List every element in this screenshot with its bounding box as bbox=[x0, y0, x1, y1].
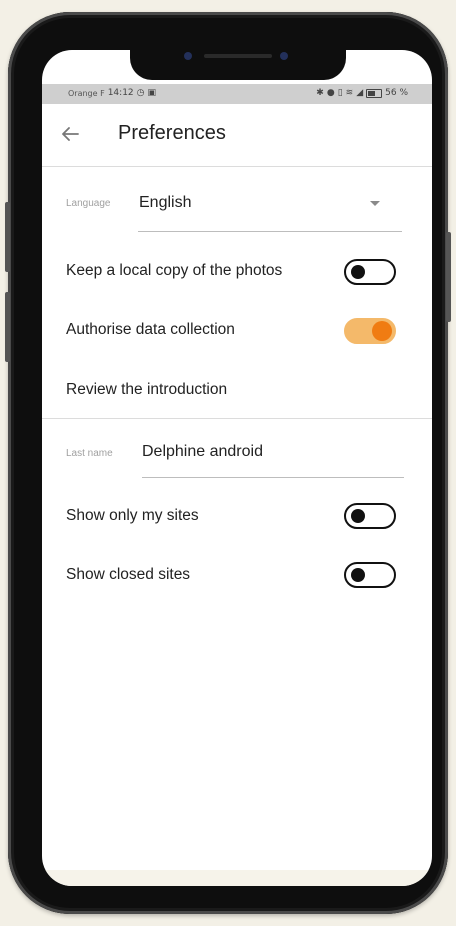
toggle-knob bbox=[351, 568, 365, 582]
review-introduction-link[interactable]: Review the introduction bbox=[66, 381, 227, 399]
language-underline bbox=[138, 231, 402, 232]
local-copy-toggle[interactable] bbox=[344, 259, 396, 285]
language-value: English bbox=[139, 194, 192, 211]
battery-level: 56 % bbox=[385, 88, 408, 98]
bluetooth-icon: ✱ bbox=[316, 88, 324, 98]
only-my-sites-toggle[interactable] bbox=[344, 503, 396, 529]
toggle-knob bbox=[351, 509, 365, 523]
closed-sites-label: Show closed sites bbox=[66, 566, 191, 583]
location-icon: ● bbox=[326, 88, 335, 98]
caret-down-icon bbox=[370, 201, 380, 206]
bottom-bezel bbox=[42, 870, 432, 886]
status-bar: Orange F 14:12 ◷ ▣ ✱ ● ▯ ≋ ◢ 56 % bbox=[42, 84, 432, 104]
clock: 14:12 bbox=[107, 88, 134, 98]
earpiece bbox=[204, 54, 272, 58]
last-name-underline bbox=[142, 477, 404, 478]
front-camera bbox=[184, 52, 192, 60]
page-title: Preferences bbox=[118, 122, 226, 144]
toggle-knob bbox=[351, 265, 365, 279]
local-copy-label: Keep a local copy of the photos bbox=[66, 262, 283, 279]
alarm-icon: ◷ bbox=[136, 88, 145, 98]
language-label: Language bbox=[66, 198, 111, 209]
signal-icon: ◢ bbox=[356, 88, 364, 98]
arrow-left-icon[interactable] bbox=[58, 122, 82, 146]
app-bar: Preferences bbox=[42, 104, 432, 167]
notification-icon: ▣ bbox=[147, 88, 157, 98]
section-divider bbox=[42, 418, 432, 419]
screen: Orange F 14:12 ◷ ▣ ✱ ● ▯ ≋ ◢ 56 % Prefer… bbox=[42, 50, 432, 886]
volume-button bbox=[5, 292, 10, 362]
data-collection-toggle[interactable] bbox=[344, 318, 396, 344]
power-button bbox=[446, 232, 451, 322]
closed-sites-toggle[interactable] bbox=[344, 562, 396, 588]
last-name-value[interactable]: Delphine android bbox=[142, 443, 263, 461]
volume-button bbox=[5, 202, 10, 272]
last-name-label: Last name bbox=[66, 448, 113, 459]
wifi-icon: ≋ bbox=[345, 88, 354, 98]
front-sensor bbox=[280, 52, 288, 60]
carrier-label: Orange F bbox=[68, 88, 105, 98]
vibrate-icon: ▯ bbox=[337, 88, 343, 98]
notch bbox=[130, 50, 346, 80]
phone-frame: Orange F 14:12 ◷ ▣ ✱ ● ▯ ≋ ◢ 56 % Prefer… bbox=[5, 12, 451, 914]
toggle-knob bbox=[372, 321, 392, 341]
battery-icon bbox=[366, 88, 383, 98]
data-collection-label: Authorise data collection bbox=[66, 321, 235, 338]
only-my-sites-label: Show only my sites bbox=[66, 507, 199, 524]
